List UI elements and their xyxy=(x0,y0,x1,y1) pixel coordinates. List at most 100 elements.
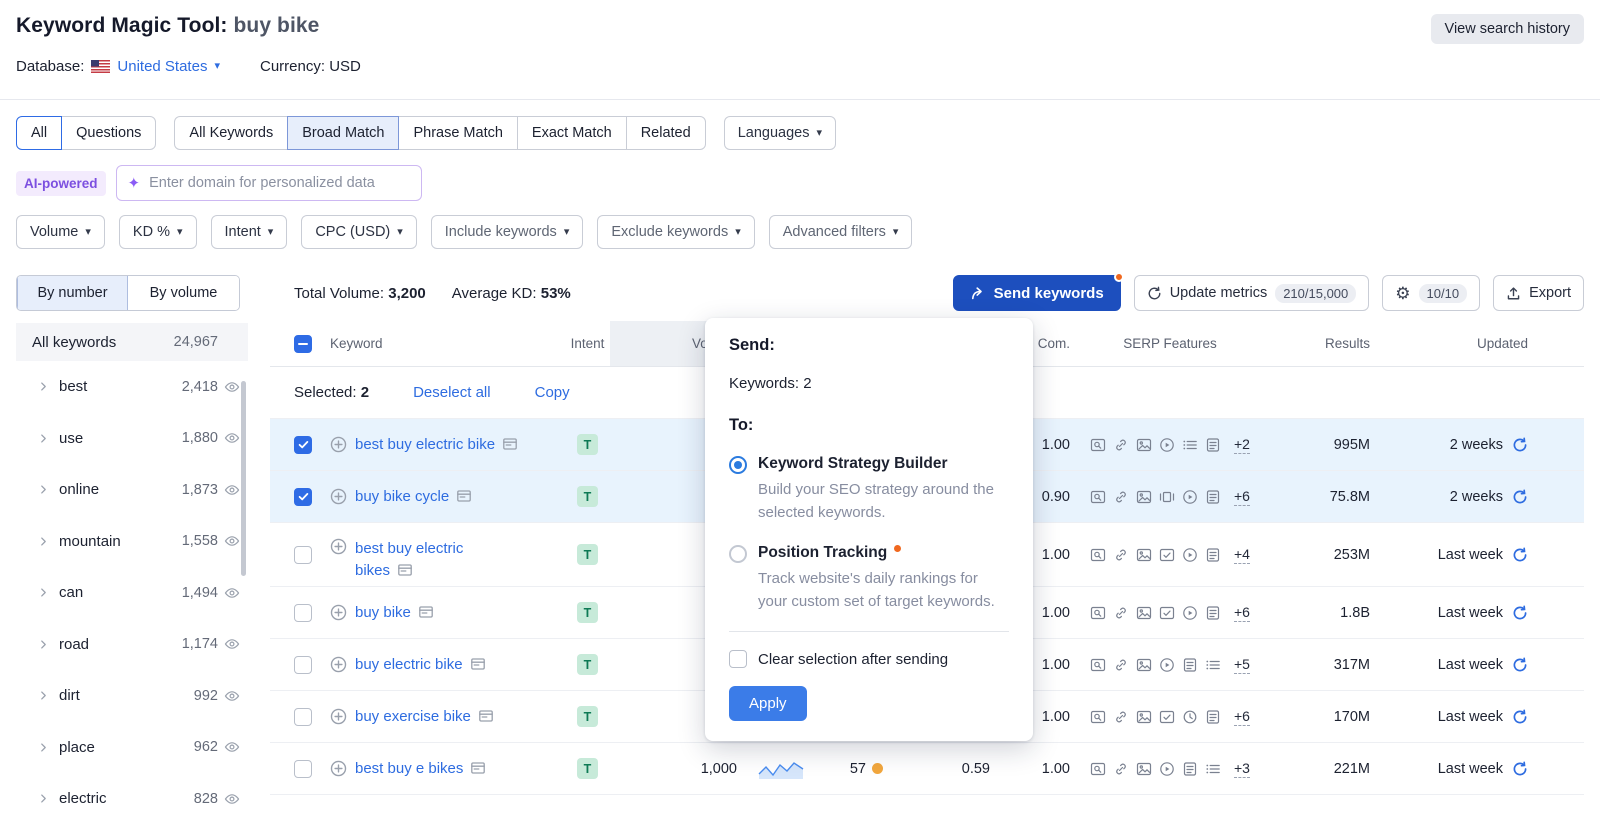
tab-exact-match[interactable]: Exact Match xyxy=(517,116,627,150)
view-search-history-button[interactable]: View search history xyxy=(1431,14,1584,44)
languages-dropdown[interactable]: Languages▾ xyxy=(724,116,836,150)
sidebar-item-use[interactable]: use1,880 xyxy=(16,413,248,465)
row-checkbox[interactable] xyxy=(294,656,312,674)
plus-circle-icon[interactable] xyxy=(330,708,347,725)
sidebar-scrollbar[interactable] xyxy=(241,381,246,576)
serp-preview-icon[interactable] xyxy=(470,656,486,672)
sidebar-all-keywords[interactable]: All keywords 24,967 xyxy=(16,323,248,361)
tab-questions[interactable]: Questions xyxy=(61,116,156,150)
serp-preview-icon[interactable] xyxy=(456,488,472,504)
refresh-icon[interactable] xyxy=(1512,605,1528,621)
refresh-icon[interactable] xyxy=(1512,709,1528,725)
row-checkbox[interactable] xyxy=(294,708,312,726)
serp-preview-icon[interactable] xyxy=(478,708,494,724)
refresh-icon[interactable] xyxy=(1512,657,1528,673)
tab-all-keywords[interactable]: All Keywords xyxy=(174,116,288,150)
chevron-right-icon[interactable] xyxy=(38,639,49,650)
column-results[interactable]: Results xyxy=(1270,321,1380,366)
sidebar-item-can[interactable]: can1,494 xyxy=(16,567,248,619)
serp-preview-icon[interactable] xyxy=(502,436,518,452)
clear-selection-checkbox[interactable] xyxy=(729,650,747,668)
deselect-all-link[interactable]: Deselect all xyxy=(413,384,491,401)
column-intent[interactable]: Intent xyxy=(565,321,610,366)
export-button[interactable]: Export xyxy=(1493,275,1584,311)
copy-link[interactable]: Copy xyxy=(535,384,570,401)
send-option-keyword-strategy-builder[interactable]: Keyword Strategy BuilderBuild your SEO s… xyxy=(729,455,1009,524)
serp-preview-icon[interactable] xyxy=(470,760,486,776)
apply-button[interactable]: Apply xyxy=(729,686,807,721)
update-metrics-button[interactable]: Update metrics 210/15,000 xyxy=(1134,275,1370,311)
row-checkbox[interactable] xyxy=(294,436,312,454)
plus-circle-icon[interactable] xyxy=(330,656,347,673)
serp-more-link[interactable]: +3 xyxy=(1234,760,1250,778)
eye-icon[interactable] xyxy=(224,533,240,549)
chevron-right-icon[interactable] xyxy=(38,433,49,444)
serp-more-link[interactable]: +5 xyxy=(1234,656,1250,674)
serp-more-link[interactable]: +6 xyxy=(1234,604,1250,622)
eye-icon[interactable] xyxy=(224,585,240,601)
tab-all[interactable]: All xyxy=(16,116,62,150)
filter-advanced-filters[interactable]: Advanced filters▾ xyxy=(769,215,913,249)
plus-circle-icon[interactable] xyxy=(330,538,347,555)
plus-circle-icon[interactable] xyxy=(330,488,347,505)
refresh-icon[interactable] xyxy=(1512,437,1528,453)
chevron-right-icon[interactable] xyxy=(38,587,49,598)
sidebar-item-dirt[interactable]: dirt992 xyxy=(16,670,248,722)
send-keywords-button[interactable]: Send keywords xyxy=(953,275,1121,311)
eye-icon[interactable] xyxy=(224,482,240,498)
toggle-by-volume[interactable]: By volume xyxy=(128,276,239,310)
domain-input-field[interactable] xyxy=(147,174,420,192)
settings-button[interactable]: ⚙ 10/10 xyxy=(1382,275,1480,311)
clear-selection-option[interactable]: Clear selection after sending xyxy=(729,650,1009,668)
sidebar-item-electric[interactable]: electric828 xyxy=(16,773,248,825)
refresh-icon[interactable] xyxy=(1512,547,1528,563)
refresh-icon[interactable] xyxy=(1512,489,1528,505)
send-option-position-tracking[interactable]: Position TrackingTrack website's daily r… xyxy=(729,544,1009,613)
filter-include-keywords[interactable]: Include keywords▾ xyxy=(431,215,584,249)
select-all-checkbox[interactable] xyxy=(294,335,312,353)
chevron-right-icon[interactable] xyxy=(38,484,49,495)
chevron-right-icon[interactable] xyxy=(38,381,49,392)
filter-volume[interactable]: Volume▾ xyxy=(16,215,105,249)
sidebar-item-best[interactable]: best2,418 xyxy=(16,361,248,413)
serp-more-link[interactable]: +6 xyxy=(1234,708,1250,726)
keyword-link[interactable]: buy exercise bike xyxy=(355,708,471,725)
keyword-link[interactable]: buy bike cycle xyxy=(355,488,449,505)
keyword-link[interactable]: buy bike xyxy=(355,604,411,621)
row-checkbox[interactable] xyxy=(294,488,312,506)
row-checkbox[interactable] xyxy=(294,760,312,778)
eye-icon[interactable] xyxy=(224,430,240,446)
filter-kd[interactable]: KD %▾ xyxy=(119,215,197,249)
row-checkbox[interactable] xyxy=(294,546,312,564)
column-keyword[interactable]: Keyword xyxy=(320,321,565,366)
serp-more-link[interactable]: +2 xyxy=(1234,436,1250,454)
chevron-right-icon[interactable] xyxy=(38,742,49,753)
eye-icon[interactable] xyxy=(224,739,240,755)
serp-preview-icon[interactable] xyxy=(418,604,434,620)
sidebar-item-road[interactable]: road1,174 xyxy=(16,619,248,671)
eye-icon[interactable] xyxy=(224,688,240,704)
serp-preview-icon[interactable] xyxy=(397,562,413,578)
eye-icon[interactable] xyxy=(224,791,240,807)
radio-button[interactable] xyxy=(729,545,747,563)
refresh-icon[interactable] xyxy=(1512,761,1528,777)
domain-input[interactable]: ✦ xyxy=(116,165,422,201)
chevron-right-icon[interactable] xyxy=(38,690,49,701)
serp-more-link[interactable]: +4 xyxy=(1234,546,1250,564)
sidebar-item-place[interactable]: place962 xyxy=(16,722,248,774)
sidebar-item-mountain[interactable]: mountain1,558 xyxy=(16,516,248,568)
keyword-link[interactable]: best buy e bikes xyxy=(355,760,463,777)
tab-related[interactable]: Related xyxy=(626,116,706,150)
filter-exclude-keywords[interactable]: Exclude keywords▾ xyxy=(597,215,754,249)
keyword-link[interactable]: best buy electric bike xyxy=(355,436,495,453)
plus-circle-icon[interactable] xyxy=(330,604,347,621)
row-checkbox[interactable] xyxy=(294,604,312,622)
keyword-link[interactable]: buy electric bike xyxy=(355,656,463,673)
eye-icon[interactable] xyxy=(224,636,240,652)
chevron-right-icon[interactable] xyxy=(38,793,49,804)
radio-button[interactable] xyxy=(729,456,747,474)
toggle-by-number[interactable]: By number xyxy=(17,276,128,310)
column-serp-features[interactable]: SERP Features xyxy=(1070,321,1270,366)
filter-cpc-usd[interactable]: CPC (USD)▾ xyxy=(301,215,416,249)
tab-broad-match[interactable]: Broad Match xyxy=(287,116,399,150)
